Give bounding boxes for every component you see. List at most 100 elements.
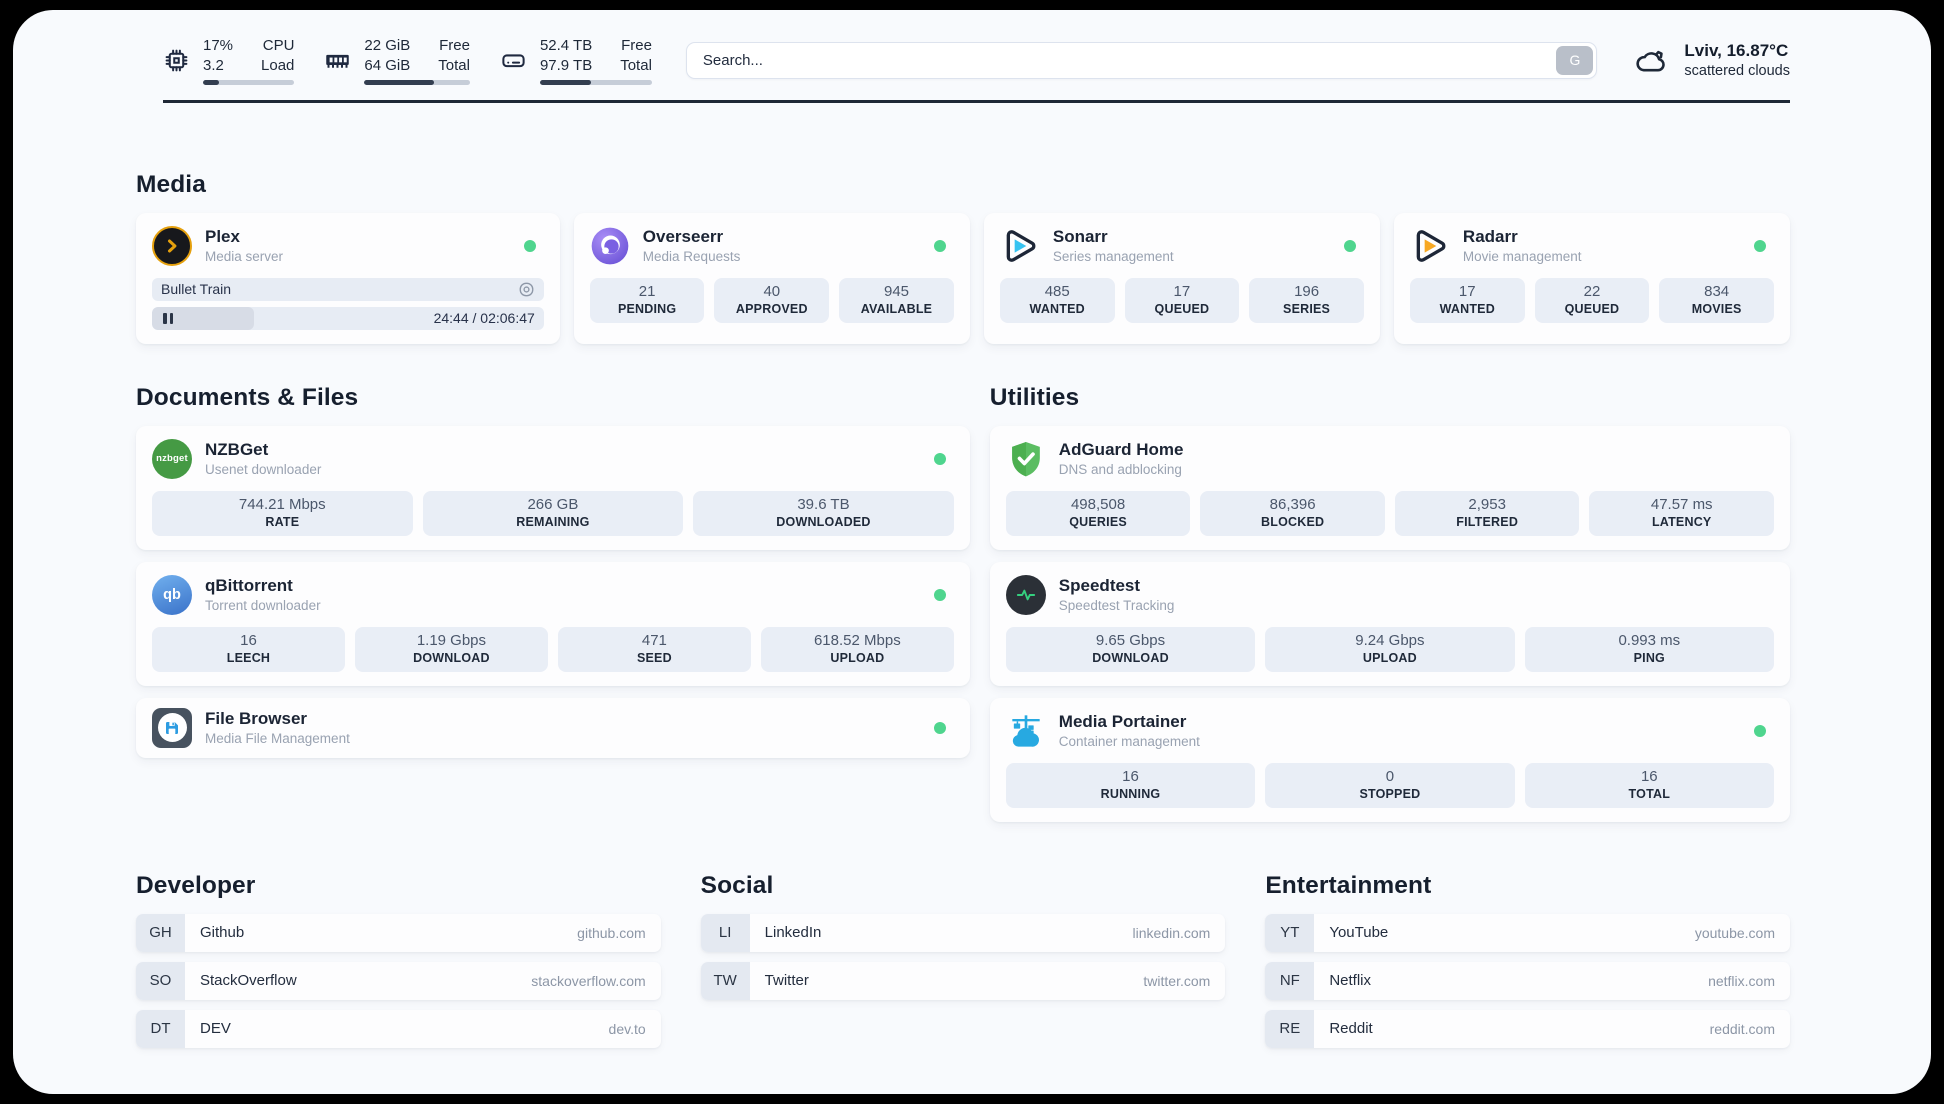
card-plex[interactable]: Plex Media server Bullet Train 24:44 / 0… (136, 212, 560, 344)
bookmark-name: DEV (200, 1020, 231, 1038)
disk-total-label: Total (620, 56, 652, 74)
plex-icon (152, 225, 192, 266)
bookmark-url: github.com (577, 924, 646, 941)
stat-filtered: 2,953 FILTERED (1394, 490, 1580, 536)
bookmark-name: Github (200, 924, 245, 942)
stat-downloaded: 39.6 TB DOWNLOADED (693, 490, 954, 536)
nzbget-icon: nzbget (152, 438, 192, 479)
bookmark-url: linkedin.com (1132, 924, 1211, 941)
search-provider-button[interactable]: G (1556, 45, 1594, 75)
bookmark-url: youtube.com (1694, 924, 1775, 941)
section-documents: Documents & Files nzbget NZBGet Usenet d… (136, 384, 970, 822)
stat-stopped: 0 STOPPED (1265, 762, 1515, 808)
stat-rate: 744.21 Mbps RATE (152, 490, 413, 536)
stat-queries: 498,508 QUERIES (1005, 490, 1191, 536)
bookmark-stackoverflow[interactable]: SO StackOverflow stackoverflow.com (136, 961, 661, 1000)
card-filebrowser[interactable]: File Browser Media File Management (136, 697, 970, 758)
stat-pending: 21 PENDING (589, 277, 705, 323)
cpu-icon (163, 47, 190, 74)
card-sonarr[interactable]: Sonarr Series management 485 WANTED 17 Q… (983, 212, 1380, 344)
stat-blocked: 86,396 BLOCKED (1200, 490, 1385, 536)
bookmark-abbr: NF (1265, 961, 1315, 1000)
app-description: Media Requests (642, 249, 741, 265)
bookmark-url: dev.to (608, 1020, 646, 1037)
bookmark-abbr: LI (700, 913, 750, 952)
disk-icon (500, 47, 527, 74)
bookmark-url: reddit.com (1709, 1020, 1775, 1037)
sonarr-icon (1000, 226, 1040, 266)
app-description: Container management (1058, 734, 1200, 750)
card-radarr[interactable]: Radarr Movie management 17 WANTED 22 QUE… (1393, 212, 1790, 344)
app-name: Sonarr (1052, 226, 1108, 246)
bookmark-name: YouTube (1329, 924, 1389, 942)
app-name: qBittorrent (205, 575, 293, 595)
stat-upload: 9.24 Gbps UPLOAD (1265, 626, 1515, 672)
section-utilities: Utilities AdGuard Home DNS and adblockin… (989, 384, 1790, 822)
stat-available: 945 AVAILABLE (839, 277, 954, 323)
section-developer: Developer GH Github github.com SO StackO… (136, 872, 661, 1058)
weather-condition: scattered clouds (1684, 63, 1790, 80)
card-adguard[interactable]: AdGuard Home DNS and adblocking 498,508 … (989, 425, 1790, 550)
stat-wanted: 485 WANTED (999, 277, 1115, 323)
section-title-developer: Developer (136, 871, 256, 899)
section-title-media: Media (136, 170, 206, 198)
weather-location-temp: Lviv, 16.87°C (1684, 41, 1789, 61)
app-description: Movie management (1462, 249, 1582, 265)
qbittorrent-icon: qb (152, 574, 192, 615)
bookmark-name: Reddit (1329, 1020, 1373, 1038)
weather-widget: Lviv, 16.87°C scattered clouds (1633, 41, 1790, 79)
memory-free-label: Free (439, 37, 470, 54)
app-name: Overseerr (642, 226, 724, 246)
bookmark-github[interactable]: GH Github github.com (136, 913, 661, 952)
status-dot (933, 239, 946, 252)
bookmark-twitter[interactable]: TW Twitter twitter.com (700, 961, 1226, 1000)
bookmark-linkedin[interactable]: LI LinkedIn linkedin.com (700, 913, 1226, 952)
memory-progress-bar (364, 79, 470, 85)
card-overseerr[interactable]: Overseerr Media Requests 21 PENDING 40 A… (573, 212, 970, 344)
app-name: Radarr (1462, 226, 1518, 246)
disk-widget: 52.4 TB Free 97.9 TB Total (500, 36, 652, 85)
radarr-icon (1410, 226, 1450, 266)
now-playing-progress-row: 24:44 / 02:06:47 (152, 306, 544, 330)
bookmark-abbr: DT (136, 1009, 185, 1048)
app-description: Series management (1052, 249, 1174, 265)
card-speedtest[interactable]: Speedtest Speedtest Tracking 9.65 Gbps D… (989, 561, 1790, 686)
bookmark-dev[interactable]: DT DEV dev.to (136, 1009, 661, 1048)
bookmark-youtube[interactable]: YT YouTube youtube.com (1265, 913, 1790, 952)
app-name: Speedtest (1058, 575, 1141, 595)
status-dot (933, 588, 946, 601)
memory-free-value: 22 GiB (364, 37, 411, 54)
cpu-progress-bar (203, 79, 295, 85)
search-bar: G (685, 41, 1598, 79)
stat-running: 16 RUNNING (1005, 762, 1256, 808)
stat-download: 1.19 Gbps DOWNLOAD (354, 626, 548, 672)
topbar-divider (163, 99, 1790, 103)
pause-icon (163, 312, 173, 324)
bookmark-netflix[interactable]: NF Netflix netflix.com (1265, 961, 1790, 1000)
card-nzbget[interactable]: nzbget NZBGet Usenet downloader 744.21 M… (136, 425, 970, 550)
playback-time: 24:44 / 02:06:47 (433, 310, 535, 327)
app-description: Torrent downloader (205, 598, 321, 614)
stat-series: 196 SERIES (1249, 277, 1364, 323)
speedtest-icon (1005, 574, 1046, 615)
app-description: Usenet downloader (205, 462, 322, 478)
bookmark-reddit[interactable]: RE Reddit reddit.com (1265, 1009, 1790, 1048)
stat-ping: 0.993 ms PING (1524, 626, 1775, 672)
bookmark-abbr: GH (136, 913, 185, 952)
card-qbittorrent[interactable]: qb qBittorrent Torrent downloader 16 LEE… (136, 561, 970, 686)
section-social: Social LI LinkedIn linkedin.com TW Twitt… (700, 872, 1226, 1058)
bookmark-abbr: SO (136, 961, 185, 1000)
search-input[interactable] (685, 41, 1598, 79)
card-portainer[interactable]: Media Portainer Container management 16 … (989, 697, 1790, 822)
app-description: Media File Management (205, 731, 350, 747)
app-name: File Browser (205, 708, 308, 728)
stat-queued: 22 QUEUED (1534, 277, 1650, 323)
stat-download: 9.65 Gbps DOWNLOAD (1005, 626, 1256, 672)
app-description: Speedtest Tracking (1058, 598, 1175, 614)
bookmark-url: stackoverflow.com (531, 972, 646, 989)
memory-total-label: Total (438, 56, 470, 74)
section-entertainment: Entertainment YT YouTube youtube.com NF … (1265, 872, 1790, 1058)
stat-latency: 47.57 ms LATENCY (1589, 490, 1774, 536)
section-title-documents: Documents & Files (136, 383, 359, 411)
bookmark-abbr: RE (1265, 1009, 1315, 1048)
